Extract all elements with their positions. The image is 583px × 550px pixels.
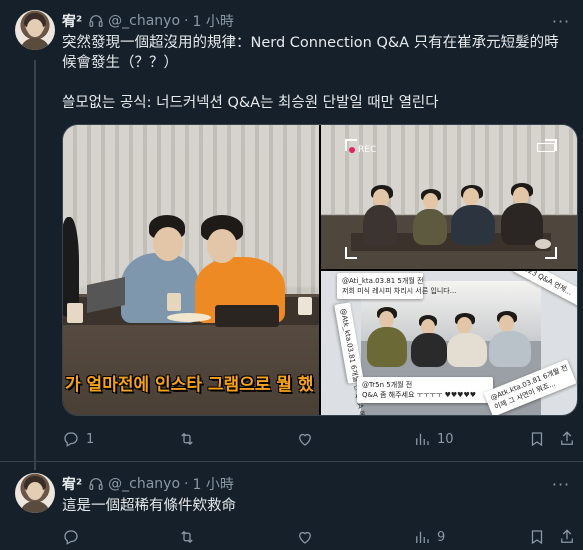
bookmark-icon [531, 530, 543, 545]
like-icon [299, 433, 311, 446]
views-count: 10 [437, 431, 454, 447]
tweet[interactable]: 宥² @_chanyo · 1 小時 ··· 這是一個超稀有條件欸救命 9 [0, 462, 583, 550]
views-button[interactable]: 9 [413, 527, 445, 547]
tweet-header: 宥² @_chanyo · 1 小時 [62, 11, 234, 31]
avatar[interactable] [15, 10, 55, 50]
author-name[interactable]: 宥² [62, 474, 82, 494]
comment-text: 저희 미식 레시피 차리시 서른 입니다... [342, 287, 457, 295]
views-icon [416, 433, 429, 445]
tweet-header: 宥² @_chanyo · 1 小時 [62, 474, 234, 494]
bookmark-icon [531, 432, 543, 447]
share-icon [561, 431, 573, 445]
battery-icon [537, 143, 555, 152]
like-button[interactable] [296, 429, 320, 449]
avatar[interactable] [15, 473, 55, 513]
rec-dot-icon [349, 147, 355, 153]
bookmark-button[interactable] [528, 527, 546, 547]
comment-card: @Ati_kta.03.81 5개월 전 저희 미식 레시피 차리시 서른 입니… [337, 273, 457, 299]
views-button[interactable]: 10 [413, 429, 454, 449]
media-image-3[interactable]: @Ati_kta.03.81 5개월 전 저희 미식 레시피 차리시 서른 입니… [321, 271, 577, 416]
tweet-text-line-1: 這是一個超稀有條件欸救命 [62, 498, 236, 514]
bookmark-button[interactable] [528, 429, 546, 449]
reply-button[interactable] [62, 527, 86, 547]
tweet-actions: 9 [62, 527, 578, 547]
retweet-button[interactable] [178, 527, 202, 547]
separator-dot: · [184, 476, 189, 492]
video-subtitle: 가 얼마전에 인스타 그램으로 뭘 했 [65, 375, 314, 395]
tweet-time[interactable]: 1 小時 [192, 11, 233, 31]
like-button[interactable] [296, 527, 320, 547]
headphones-icon [89, 478, 103, 490]
more-dots-icon[interactable]: ··· [551, 474, 571, 494]
comment-author: @Tr5n 5개월 전 [362, 381, 413, 389]
reply-count: 1 [86, 431, 95, 447]
tweet-text-line-1: 突然發現一個超沒用的規律：Nerd Connection Q&A 只有在崔承元短… [62, 35, 559, 71]
rec-indicator: REC [349, 145, 376, 155]
reply-icon [64, 432, 78, 447]
rec-label: REC [358, 145, 377, 155]
comment-card: @Tr5n 5개월 전 Q&A 좀 해주세요 ㅜㅜㅜㅜ ♥♥♥♥♥ [357, 377, 493, 403]
author-name[interactable]: 宥² [62, 11, 82, 31]
reply-button[interactable]: 1 [62, 429, 94, 449]
comment-author: @Ati_kta.03.81 5개월 전 [342, 277, 424, 285]
tweet-text-line-2: 쓸모없는 공식: 너드커넥션 Q&A는 최승원 단발일 때만 열린다 [62, 95, 439, 111]
share-button[interactable] [558, 429, 576, 449]
retweet-icon [181, 432, 193, 446]
separator-dot: · [184, 13, 189, 29]
more-dots-icon[interactable]: ··· [551, 11, 571, 31]
tweet-media[interactable]: 가 얼마전에 인스타 그램으로 뭘 했 REC @Ati_kta.03.81 5… [62, 124, 578, 416]
tweet-text: 突然發現一個超沒用的規律：Nerd Connection Q&A 只有在崔承元短… [62, 33, 572, 113]
share-icon [561, 529, 573, 543]
headphones-icon [89, 15, 103, 27]
like-icon [299, 531, 311, 544]
views-icon [416, 531, 429, 543]
tweet-actions: 1 10 [62, 429, 578, 449]
tweet[interactable]: 宥² @_chanyo · 1 小時 ··· 突然發現一個超沒用的規律：Nerd… [0, 0, 583, 470]
media-image-2[interactable]: REC [321, 125, 577, 269]
comment-card: @Atk_kta.03.81 6개월 전 Q&A 해주세요... [334, 302, 371, 416]
tweet-text: 這是一個超稀有條件欸救命 [62, 496, 572, 516]
thread-line [34, 60, 36, 470]
comment-text: @Atk_kta.03.81 6개월 전 Q&A 해주세요... [338, 307, 371, 416]
views-count: 9 [437, 529, 446, 545]
media-image-1[interactable]: 가 얼마전에 인스타 그램으로 뭘 했 [63, 125, 319, 415]
reply-icon [64, 530, 78, 545]
retweet-button[interactable] [178, 429, 202, 449]
author-handle[interactable]: @_chanyo [108, 13, 180, 29]
share-button[interactable] [558, 527, 576, 547]
comment-text: Q&A 좀 해주세요 ㅜㅜㅜㅜ ♥♥♥♥♥ [362, 391, 476, 399]
retweet-icon [181, 530, 193, 544]
tweet-time[interactable]: 1 小時 [192, 474, 233, 494]
author-handle[interactable]: @_chanyo [108, 476, 180, 492]
